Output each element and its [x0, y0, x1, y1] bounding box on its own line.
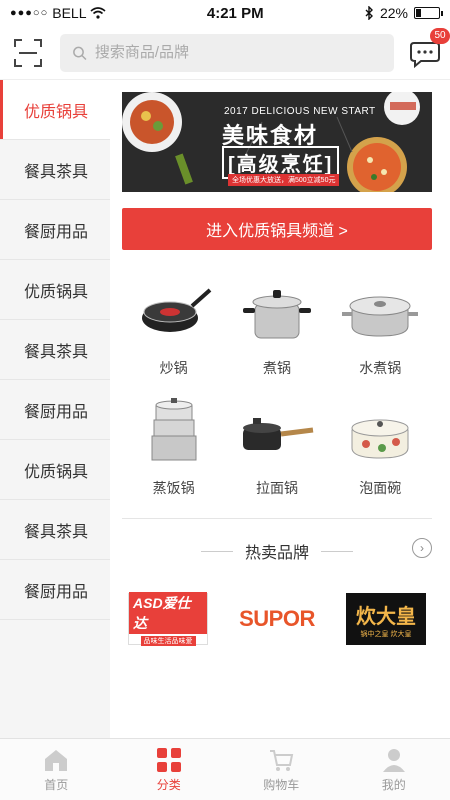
status-bar: ●●●○○ BELL 4:21 PM 22%	[0, 0, 450, 26]
soup-pot-icon	[342, 296, 419, 337]
sidebar-item-label: 餐具茶具	[24, 523, 89, 541]
category-grid-icon	[156, 748, 181, 772]
main-panel: 2017 DELICIOUS NEW START 美味食材 [高级烹饪] 全场优…	[110, 80, 450, 738]
battery-level	[416, 9, 422, 17]
product-item[interactable]: 泡面碗	[329, 396, 432, 516]
product-item[interactable]: 水煮锅	[329, 276, 432, 396]
sidebar-item-cookware[interactable]: 优质锅具	[0, 440, 110, 500]
tab-profile[interactable]: 我的	[338, 739, 450, 800]
search-icon	[73, 46, 87, 60]
steamer-icon	[151, 398, 197, 461]
tab-label: 分类	[156, 778, 181, 792]
product-item[interactable]: 煮锅	[225, 276, 328, 396]
home-icon	[45, 750, 68, 771]
sidebar-item-label: 餐具茶具	[24, 343, 89, 361]
sidebar-item-kitchen-supplies[interactable]: 餐厨用品	[0, 380, 110, 440]
bluetooth-icon	[365, 6, 373, 20]
product-item[interactable]: 炒锅	[122, 276, 225, 396]
brands-more-button[interactable]: ›	[412, 538, 432, 558]
brand-name: ASD爱仕达	[129, 592, 207, 634]
stockpot-icon	[242, 290, 311, 339]
title-line	[200, 550, 233, 552]
sidebar-item-label: 优质锅具	[24, 463, 89, 481]
product-label: 拉面锅	[255, 480, 298, 496]
chevron-right-icon: ›	[420, 541, 424, 555]
sidebar-item-cookware[interactable]: 优质锅具	[0, 80, 110, 140]
bottom-tab-bar: 首页 分类 购物车 我的	[0, 738, 450, 800]
product-label: 水煮锅	[359, 360, 402, 376]
sidebar-item-tableware[interactable]: 餐具茶具	[0, 500, 110, 560]
tab-category[interactable]: 分类	[113, 739, 226, 800]
tab-label: 我的	[381, 778, 406, 792]
brand-name: SUPOR	[239, 606, 315, 631]
product-label: 炒锅	[159, 360, 188, 376]
enter-channel-button[interactable]: 进入优质锅具频道 >	[122, 208, 432, 250]
product-item[interactable]: 拉面锅	[225, 396, 328, 516]
section-divider	[122, 518, 432, 519]
sidebar-item-label: 优质锅具	[24, 103, 89, 121]
sidebar-item-label: 餐厨用品	[24, 583, 89, 601]
scan-icon[interactable]	[12, 37, 44, 69]
brand-asd-logo[interactable]: ASD爱仕达 品味生活品味爱	[128, 592, 208, 646]
product-grid: 炒锅 煮锅 水煮锅 蒸饭锅 拉面锅 泡面碗	[122, 276, 432, 516]
product-label: 煮锅	[262, 360, 291, 376]
category-sidebar: 优质锅具 餐具茶具 餐厨用品 优质锅具 餐具茶具 餐厨用品 优质锅具 餐具茶具 …	[0, 80, 110, 738]
brand-cdh-logo[interactable]: 炊大皇 锅中之皇 炊大皇	[346, 593, 426, 645]
brands-title: 热卖品牌	[244, 545, 309, 562]
cart-icon	[270, 750, 294, 771]
brand-tagline: 品味生活品味爱	[140, 636, 196, 646]
product-item[interactable]: 蒸饭锅	[122, 396, 225, 516]
sidebar-item-kitchen-supplies[interactable]: 餐厨用品	[0, 200, 110, 260]
search-bar[interactable]	[60, 33, 394, 72]
battery-icon	[414, 7, 443, 19]
signal-icon: ●●●○○	[10, 7, 49, 19]
sidebar-item-label: 餐厨用品	[24, 403, 89, 421]
sidebar-item-label: 餐具茶具	[24, 163, 89, 181]
top-header: 50	[0, 26, 450, 80]
search-input[interactable]	[94, 44, 394, 61]
wifi-icon	[90, 7, 107, 19]
product-label: 蒸饭锅	[152, 480, 195, 496]
banner-note: 全场优惠大放送，满500立减50元	[228, 174, 340, 186]
sidebar-item-tableware[interactable]: 餐具茶具	[0, 320, 110, 380]
brand-supor-logo[interactable]: SUPOR	[237, 593, 317, 645]
user-icon	[382, 749, 405, 772]
title-line	[321, 550, 353, 552]
tab-home[interactable]: 首页	[0, 739, 113, 800]
sidebar-item-label: 优质锅具	[24, 283, 89, 301]
product-label: 泡面碗	[359, 480, 402, 496]
sidebar-item-cookware[interactable]: 优质锅具	[0, 260, 110, 320]
tab-cart[interactable]: 购物车	[225, 739, 338, 800]
promo-banner[interactable]: 2017 DELICIOUS NEW START 美味食材 [高级烹饪] 全场优…	[122, 92, 432, 192]
tab-label: 购物车	[263, 778, 300, 792]
enamel-pot-icon	[351, 419, 409, 459]
tab-label: 首页	[44, 778, 69, 792]
sidebar-item-tableware[interactable]: 餐具茶具	[0, 140, 110, 200]
brand-tagline: 锅中之皇 炊大皇	[360, 630, 412, 638]
sidebar-item-kitchen-supplies[interactable]: 餐厨用品	[0, 560, 110, 620]
wok-icon	[141, 288, 211, 332]
message-button[interactable]: 50	[408, 27, 450, 70]
message-badge: 50	[430, 27, 450, 44]
clock: 4:21 PM	[206, 4, 264, 22]
carrier-label: BELL	[52, 5, 87, 21]
brand-name: 炊大皇	[356, 605, 416, 628]
battery-percent: 22%	[379, 5, 408, 21]
brand-list: ASD爱仕达 品味生活品味爱 SUPOR 炊大皇 锅中之皇 炊大皇	[122, 592, 432, 646]
banner-subtitle: 2017 DELICIOUS NEW START	[224, 106, 376, 117]
brands-header: 热卖品牌 ›	[122, 538, 432, 563]
saucepan-icon	[242, 418, 314, 450]
sidebar-item-label: 餐厨用品	[24, 223, 89, 241]
